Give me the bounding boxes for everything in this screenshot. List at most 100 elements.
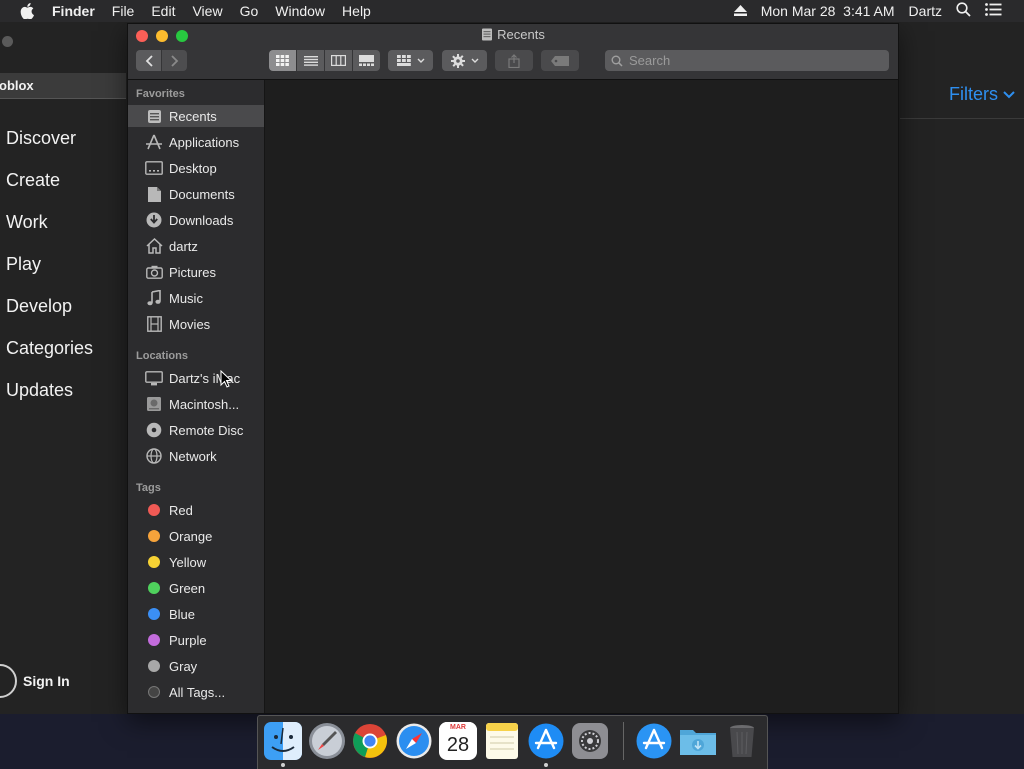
sidebar-tag-blue[interactable]: Blue (128, 603, 264, 625)
home-icon (145, 237, 163, 255)
share-icon (508, 53, 520, 68)
menubar-clock[interactable]: Mon Mar 28 3:41 AM (761, 3, 895, 19)
background-app-tab[interactable]: oblox (0, 73, 126, 99)
menubar-user[interactable]: Dartz (909, 3, 942, 19)
globe-icon (145, 447, 163, 465)
back-button[interactable] (136, 50, 161, 71)
nav-create[interactable]: Create (6, 168, 93, 210)
search-field[interactable]: Search (605, 50, 889, 71)
finder-icon[interactable] (264, 722, 302, 760)
nav-develop[interactable]: Develop (6, 294, 93, 336)
share-button[interactable] (495, 50, 533, 71)
navigation-buttons (136, 50, 188, 71)
sidebar-item-downloads[interactable]: Downloads (128, 209, 264, 231)
edit-tags-button[interactable] (541, 50, 579, 71)
nav-discover[interactable]: Discover (6, 126, 93, 168)
action-menu-button[interactable] (442, 50, 487, 71)
list-icon (303, 55, 318, 66)
notification-center-icon[interactable] (985, 3, 1002, 19)
sidebar-item-recents[interactable]: Recents (128, 105, 264, 127)
menu-view[interactable]: View (192, 3, 222, 19)
nav-updates[interactable]: Updates (6, 378, 93, 420)
sidebar-all-tags[interactable]: All Tags... (128, 681, 264, 703)
sidebar-tag-green[interactable]: Green (128, 577, 264, 599)
column-view-button[interactable] (325, 50, 352, 71)
forward-button[interactable] (162, 50, 187, 71)
gallery-view-button[interactable] (353, 50, 380, 71)
music-note-icon (145, 289, 163, 307)
nav-play[interactable]: Play (6, 252, 93, 294)
menu-edit[interactable]: Edit (151, 3, 175, 19)
tag-color-dot (148, 582, 160, 594)
sidebar-tag-red[interactable]: Red (128, 499, 264, 521)
safari-icon[interactable] (395, 722, 433, 760)
tag-color-dot (148, 504, 160, 516)
sign-in-button[interactable]: Sign In (0, 664, 70, 698)
group-by-dropdown[interactable] (388, 50, 433, 71)
app-store-icon[interactable] (527, 722, 565, 760)
menu-window[interactable]: Window (275, 3, 325, 19)
spotlight-search-icon[interactable] (956, 2, 971, 20)
documents-icon (145, 185, 163, 203)
app-store-download-icon[interactable] (635, 722, 673, 760)
launchpad-icon[interactable] (308, 722, 346, 760)
sidebar-item-desktop[interactable]: Desktop (128, 157, 264, 179)
sidebar-item-macintosh-hd[interactable]: Macintosh... (128, 393, 264, 415)
recents-icon (482, 28, 493, 41)
window-control-dot[interactable] (2, 36, 13, 47)
dock: MAR 28 (257, 715, 768, 769)
tag-icon (551, 55, 569, 66)
tag-color-dot (148, 556, 160, 568)
finder-content-area[interactable] (265, 80, 898, 713)
tag-color-dot (148, 530, 160, 542)
sidebar-item-imac[interactable]: Dartz's iMac (128, 367, 264, 389)
gear-icon (450, 53, 465, 68)
search-icon (611, 55, 623, 67)
calendar-icon[interactable]: MAR 28 (439, 722, 477, 760)
filters-label: Filters (949, 84, 998, 104)
sidebar-item-applications[interactable]: Applications (128, 131, 264, 153)
sidebar-item-documents[interactable]: Documents (128, 183, 264, 205)
filters-dropdown[interactable]: Filters (949, 84, 1015, 105)
hard-drive-icon (145, 395, 163, 413)
sidebar-tag-yellow[interactable]: Yellow (128, 551, 264, 573)
menu-file[interactable]: File (112, 3, 135, 19)
divider (900, 118, 1024, 119)
sidebar-item-movies[interactable]: Movies (128, 313, 264, 335)
all-tags-icon (148, 686, 160, 698)
calendar-month: MAR (439, 722, 477, 732)
eject-icon[interactable] (733, 3, 747, 19)
sidebar-tag-orange[interactable]: Orange (128, 525, 264, 547)
menu-go[interactable]: Go (240, 3, 259, 19)
trash-icon[interactable] (723, 722, 761, 760)
chrome-icon[interactable] (351, 722, 389, 760)
film-icon (145, 315, 163, 333)
icon-view-button[interactable] (269, 50, 296, 71)
menu-app-finder[interactable]: Finder (52, 3, 95, 19)
sidebar-tag-gray[interactable]: Gray (128, 655, 264, 677)
imac-icon (145, 369, 163, 387)
sidebar-tag-purple[interactable]: Purple (128, 629, 264, 651)
tag-color-dot (148, 660, 160, 672)
sidebar-item-music[interactable]: Music (128, 287, 264, 309)
downloads-folder-icon[interactable] (679, 722, 717, 760)
sidebar-item-pictures[interactable]: Pictures (128, 261, 264, 283)
sidebar-item-remote-disc[interactable]: Remote Disc (128, 419, 264, 441)
running-indicator (281, 763, 285, 767)
menu-help[interactable]: Help (342, 3, 371, 19)
chevron-down-icon (417, 58, 424, 63)
apple-menu-icon[interactable] (16, 0, 38, 22)
chevron-down-icon (471, 58, 478, 63)
notes-icon[interactable] (483, 722, 521, 760)
background-app-nav: Discover Create Work Play Develop Catego… (6, 126, 93, 420)
nav-categories[interactable]: Categories (6, 336, 93, 378)
sidebar-item-home[interactable]: dartz (128, 235, 264, 257)
window-title: Recents (128, 27, 898, 42)
nav-work[interactable]: Work (6, 210, 93, 252)
list-view-button[interactable] (297, 50, 324, 71)
calendar-day: 28 (446, 734, 470, 756)
applications-icon (145, 133, 163, 151)
chevron-down-icon (1003, 90, 1015, 98)
sidebar-item-network[interactable]: Network (128, 445, 264, 467)
system-preferences-icon[interactable] (571, 722, 609, 760)
